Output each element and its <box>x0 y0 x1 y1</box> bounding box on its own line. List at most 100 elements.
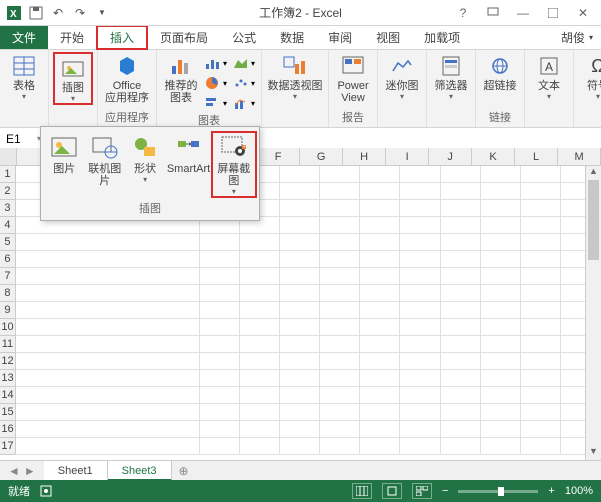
cell[interactable] <box>400 217 440 234</box>
cell[interactable] <box>521 285 561 302</box>
cell[interactable] <box>16 234 200 251</box>
cell[interactable] <box>200 353 240 370</box>
cell[interactable] <box>320 200 360 217</box>
cell[interactable] <box>481 234 521 251</box>
cell[interactable] <box>441 387 481 404</box>
cell[interactable] <box>280 285 320 302</box>
cell[interactable] <box>400 404 440 421</box>
cell[interactable] <box>360 285 400 302</box>
sheet-next-icon[interactable]: ► <box>24 464 36 478</box>
cell[interactable] <box>481 421 521 438</box>
cell[interactable] <box>240 353 280 370</box>
cell[interactable] <box>16 421 200 438</box>
text-button[interactable]: A 文本 ▾ <box>529 52 569 101</box>
cell[interactable] <box>400 387 440 404</box>
tab-formulas[interactable]: 公式 <box>220 26 268 49</box>
cell[interactable] <box>521 234 561 251</box>
smartart-button[interactable]: SmartArt <box>166 133 210 196</box>
cell[interactable] <box>200 438 240 455</box>
cell[interactable] <box>240 438 280 455</box>
minimize-icon[interactable]: — <box>509 3 537 23</box>
cell[interactable] <box>280 166 320 183</box>
cell[interactable] <box>521 421 561 438</box>
office-apps-button[interactable]: Office 应用程序 <box>102 52 152 104</box>
cell[interactable] <box>521 251 561 268</box>
sheet-tab-3[interactable]: Sheet3 <box>108 461 172 481</box>
cell[interactable] <box>320 404 360 421</box>
cell[interactable] <box>521 336 561 353</box>
online-pictures-button[interactable]: 联机图片 <box>85 133 123 196</box>
redo-icon[interactable]: ↷ <box>72 5 88 21</box>
cell[interactable] <box>320 234 360 251</box>
scroll-down-icon[interactable]: ▼ <box>586 446 601 460</box>
cell[interactable] <box>360 336 400 353</box>
cell[interactable] <box>320 217 360 234</box>
cell[interactable] <box>240 387 280 404</box>
cell[interactable] <box>200 336 240 353</box>
cell[interactable] <box>16 353 200 370</box>
cell[interactable] <box>280 353 320 370</box>
normal-view-icon[interactable] <box>352 483 372 499</box>
cell[interactable] <box>240 268 280 285</box>
cell[interactable] <box>521 166 561 183</box>
select-all-corner[interactable] <box>0 148 17 166</box>
tables-button[interactable]: 表格 ▾ <box>4 52 44 101</box>
cell[interactable] <box>400 438 440 455</box>
cell[interactable] <box>320 438 360 455</box>
user-account[interactable]: 胡俊 ▾ <box>561 26 601 49</box>
cell[interactable] <box>521 183 561 200</box>
cell[interactable] <box>320 268 360 285</box>
row-header[interactable]: 9 <box>0 302 16 319</box>
cell[interactable] <box>441 319 481 336</box>
cell[interactable] <box>441 302 481 319</box>
cell[interactable] <box>16 336 200 353</box>
symbols-button[interactable]: Ω 符号 ▾ <box>578 52 601 101</box>
cell[interactable] <box>16 438 200 455</box>
cell[interactable] <box>320 336 360 353</box>
cell[interactable] <box>360 251 400 268</box>
row-header[interactable]: 13 <box>0 370 16 387</box>
hyperlink-button[interactable]: 超链接 <box>480 52 520 92</box>
cell[interactable] <box>240 302 280 319</box>
cell[interactable] <box>481 438 521 455</box>
cell[interactable] <box>320 183 360 200</box>
recommended-charts-button[interactable]: 推荐的 图表 <box>161 52 201 104</box>
cell[interactable] <box>360 268 400 285</box>
cell[interactable] <box>240 370 280 387</box>
screenshot-button[interactable]: + 屏幕截图 ▾ <box>211 131 257 198</box>
cell[interactable] <box>521 404 561 421</box>
tab-data[interactable]: 数据 <box>268 26 316 49</box>
cell[interactable] <box>441 166 481 183</box>
tab-insert[interactable]: 插入 <box>96 25 148 50</box>
cell[interactable] <box>521 387 561 404</box>
cell[interactable] <box>16 268 200 285</box>
qat-customize-icon[interactable]: ▼ <box>94 5 110 21</box>
cell[interactable] <box>280 302 320 319</box>
page-break-view-icon[interactable] <box>412 483 432 499</box>
cell[interactable] <box>360 387 400 404</box>
cell[interactable] <box>481 183 521 200</box>
row-header[interactable]: 15 <box>0 404 16 421</box>
cell[interactable] <box>481 404 521 421</box>
tab-home[interactable]: 开始 <box>48 26 96 49</box>
tab-review[interactable]: 审阅 <box>316 26 364 49</box>
column-header[interactable]: H <box>343 148 386 166</box>
cell[interactable] <box>280 251 320 268</box>
undo-icon[interactable]: ↶ <box>50 5 66 21</box>
cell[interactable] <box>280 217 320 234</box>
row-header[interactable]: 10 <box>0 319 16 336</box>
cell[interactable] <box>441 421 481 438</box>
row-header[interactable]: 7 <box>0 268 16 285</box>
column-header[interactable]: M <box>558 148 601 166</box>
cell[interactable] <box>481 217 521 234</box>
area-chart-button[interactable]: ▾ <box>231 54 257 72</box>
scatter-chart-button[interactable]: ▾ <box>231 74 257 92</box>
cell[interactable] <box>400 166 440 183</box>
illustrations-button[interactable]: 插图 ▾ <box>53 52 93 105</box>
cell[interactable] <box>481 268 521 285</box>
cell[interactable] <box>280 336 320 353</box>
cell[interactable] <box>441 336 481 353</box>
maximize-icon[interactable] <box>539 3 567 23</box>
cell[interactable] <box>441 438 481 455</box>
cell[interactable] <box>481 166 521 183</box>
